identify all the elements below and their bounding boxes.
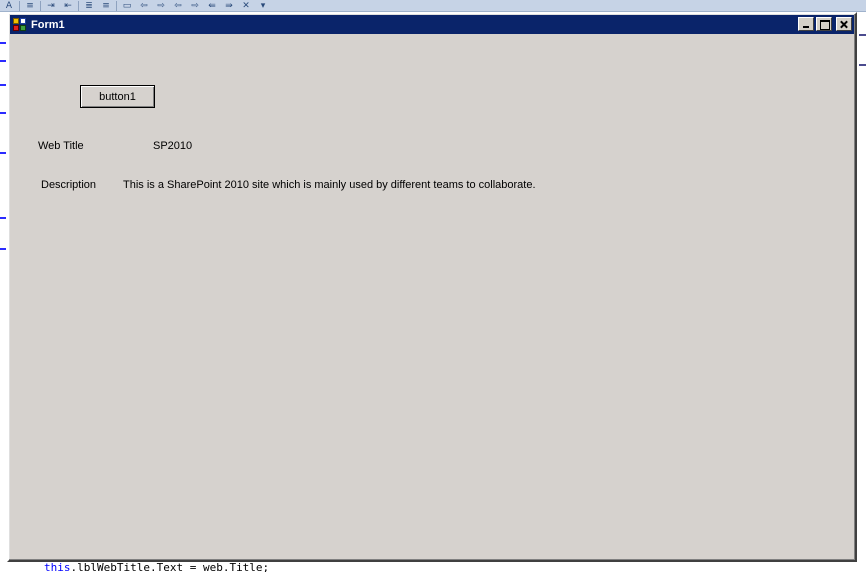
close-icon[interactable] xyxy=(836,17,852,31)
title-bar[interactable]: Form1 xyxy=(10,15,854,34)
toolbar-separator xyxy=(78,0,79,11)
uncomment-icon[interactable]: ≡ xyxy=(99,1,113,11)
code-fragment xyxy=(0,42,6,44)
font-size-icon[interactable]: A xyxy=(2,1,16,11)
align-left-icon[interactable]: ≡ xyxy=(23,1,37,11)
code-fragment xyxy=(0,112,6,114)
clear-bookmarks-icon[interactable]: ✕ xyxy=(239,1,253,11)
bookmark-prev-doc-icon[interactable]: ⇚ xyxy=(205,1,219,11)
code-fragment xyxy=(0,217,6,219)
ide-editor-right-margin xyxy=(857,12,866,572)
description-caption-label: Description xyxy=(41,179,97,191)
code-text: .lblWebTitle.Text = web.Title; xyxy=(70,561,270,572)
window-title: Form1 xyxy=(31,18,65,31)
toolbar-separator xyxy=(19,0,20,11)
indent-icon[interactable]: ⇥ xyxy=(44,1,58,11)
button1-button[interactable]: button1 xyxy=(80,85,155,108)
web-title-value-label: SP2010 xyxy=(153,140,193,152)
code-keyword: this xyxy=(44,561,71,572)
toolbar-overflow-icon[interactable]: ▾ xyxy=(256,1,270,11)
code-fragment xyxy=(0,60,6,62)
toolbar-separator xyxy=(116,0,117,11)
form-client-area: button1 Web Title SP2010 Description Thi… xyxy=(10,34,854,559)
code-fragment xyxy=(859,64,866,66)
bookmark-prev-folder-icon[interactable]: ⇦ xyxy=(171,1,185,11)
comment-icon[interactable]: ≣ xyxy=(82,1,96,11)
ide-toolbar: A ≡ ⇥ ⇤ ≣ ≡ ▭ ⇦ ⇨ ⇦ ⇨ ⇚ ⇛ ✕ ▾ xyxy=(0,0,866,12)
description-value-label: This is a SharePoint 2010 site which is … xyxy=(123,179,536,191)
caption-buttons xyxy=(798,17,852,31)
bookmark-next-doc-icon[interactable]: ⇛ xyxy=(222,1,236,11)
minimize-icon[interactable] xyxy=(798,17,814,31)
ide-code-line: this.lblWebTitle.Text = web.Title; xyxy=(44,562,269,572)
app-icon[interactable] xyxy=(12,17,28,33)
bookmark-prev-icon[interactable]: ⇦ xyxy=(137,1,151,11)
code-fragment xyxy=(0,152,6,154)
code-fragment xyxy=(859,34,866,36)
code-fragment xyxy=(0,84,6,86)
bookmark-icon[interactable]: ▭ xyxy=(120,1,134,11)
toolbar-separator xyxy=(40,0,41,11)
maximize-icon[interactable] xyxy=(816,17,832,31)
bookmark-next-folder-icon[interactable]: ⇨ xyxy=(188,1,202,11)
web-title-caption-label: Web Title xyxy=(38,140,84,152)
bookmark-next-icon[interactable]: ⇨ xyxy=(154,1,168,11)
form-window: Form1 button1 Web Title SP2010 Descripti… xyxy=(7,12,857,562)
code-fragment xyxy=(0,248,6,250)
outdent-icon[interactable]: ⇤ xyxy=(61,1,75,11)
